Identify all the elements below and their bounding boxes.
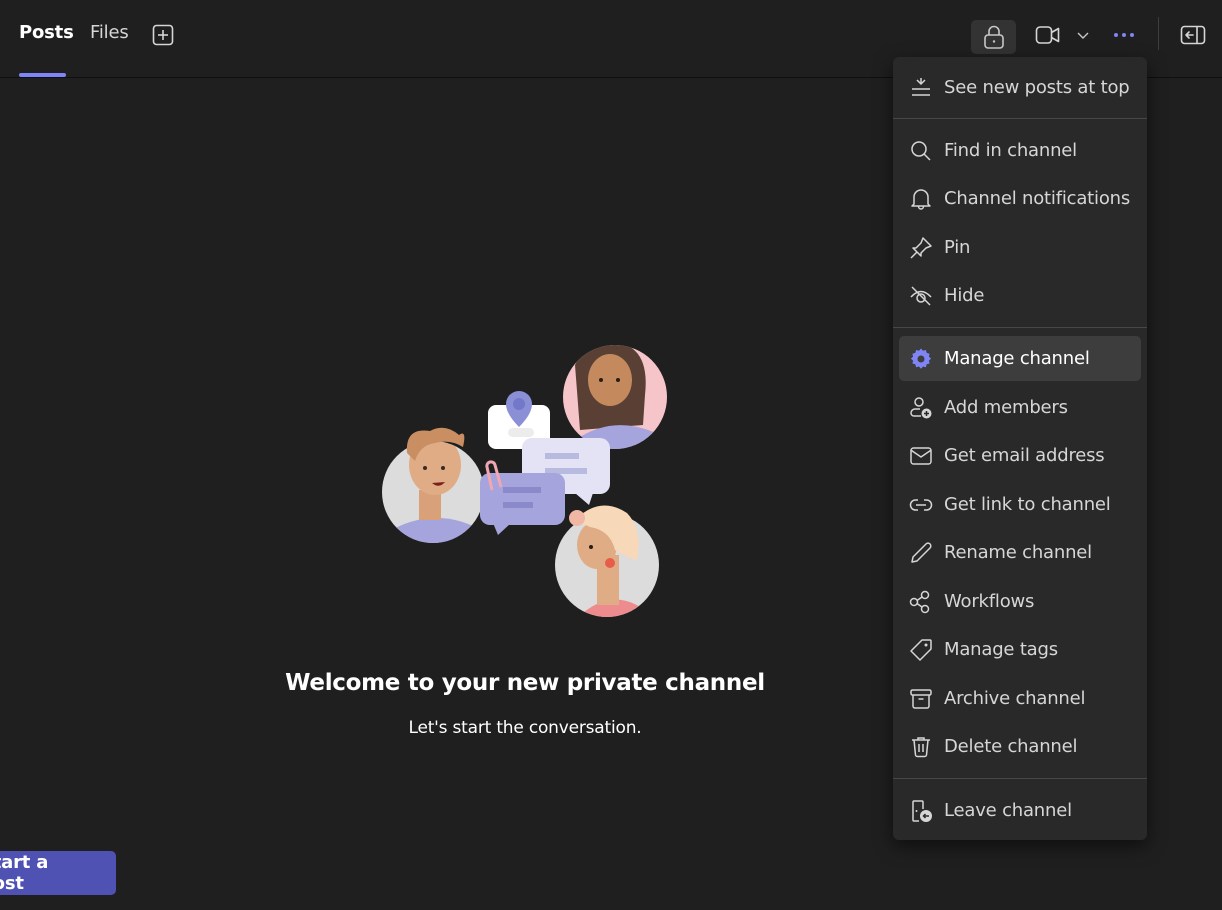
menu-item-label: Get email address (944, 445, 1105, 466)
lock-icon (983, 25, 1004, 49)
start-post-button[interactable]: Start a post (0, 851, 116, 895)
menu-item-delete-channel[interactable]: Delete channel (899, 724, 1141, 769)
private-channel-button[interactable] (971, 20, 1016, 54)
sort-top-icon (912, 77, 930, 96)
video-icon (1035, 26, 1060, 44)
menu-item-label: Get link to channel (944, 494, 1111, 515)
menu-divider (893, 118, 1147, 119)
menu-item-label: Rename channel (944, 542, 1092, 563)
tag-icon (910, 638, 932, 661)
menu-item-get-link-to-channel[interactable]: Get link to channel (899, 482, 1141, 527)
channel-options-menu: See new posts at top Find in channel Cha… (893, 57, 1147, 840)
menu-item-rename-channel[interactable]: Rename channel (899, 530, 1141, 575)
tab-posts[interactable]: Posts (19, 22, 74, 43)
meet-options-button[interactable] (1074, 26, 1092, 44)
search-icon (911, 140, 931, 161)
menu-item-leave-channel[interactable]: Leave channel (899, 788, 1141, 833)
menu-item-workflows[interactable]: Workflows (899, 579, 1141, 624)
plus-square-icon (152, 24, 174, 46)
menu-divider (893, 327, 1147, 328)
pin-icon (910, 236, 932, 259)
menu-item-label: Channel notifications (944, 188, 1131, 209)
menu-item-label: Workflows (944, 591, 1035, 612)
menu-item-label: See new posts at top (944, 77, 1130, 98)
toggle-panel-button[interactable] (1180, 23, 1206, 47)
menu-item-channel-notifications[interactable]: Channel notifications (899, 176, 1141, 221)
mail-icon (910, 446, 932, 465)
menu-item-label: Delete channel (944, 736, 1078, 757)
trash-icon (912, 736, 930, 757)
eye-off-icon (910, 285, 932, 306)
woman-avatar-illustration (563, 345, 667, 449)
menu-item-pin[interactable]: Pin (899, 225, 1141, 270)
menu-item-archive-channel[interactable]: Archive channel (899, 676, 1141, 721)
woman-blonde-avatar-illustration (555, 505, 659, 617)
archive-icon (910, 688, 932, 709)
leave-door-icon (912, 799, 932, 822)
link-icon (909, 498, 933, 511)
add-tab-button[interactable] (152, 24, 174, 46)
menu-item-label: Manage channel (944, 348, 1090, 369)
menu-item-find-in-channel[interactable]: Find in channel (899, 128, 1141, 173)
active-tab-indicator (19, 73, 66, 77)
pencil-icon (911, 541, 932, 563)
menu-item-manage-tags[interactable]: Manage tags (899, 627, 1141, 672)
man-avatar-illustration (382, 427, 484, 543)
menu-item-label: Archive channel (944, 688, 1086, 709)
workflows-icon (909, 590, 930, 613)
menu-item-label: Leave channel (944, 800, 1072, 821)
tab-files[interactable]: Files (90, 22, 129, 43)
gear-icon (910, 348, 932, 369)
menu-item-label: Manage tags (944, 639, 1058, 660)
more-horizontal-icon (1114, 33, 1134, 37)
menu-item-label: Pin (944, 237, 971, 258)
header-divider (1158, 17, 1159, 50)
menu-item-hide[interactable]: Hide (899, 273, 1141, 318)
menu-item-get-email-address[interactable]: Get email address (899, 433, 1141, 478)
menu-item-manage-channel[interactable]: Manage channel (899, 336, 1141, 381)
panel-collapse-icon (1180, 25, 1206, 45)
menu-divider (893, 778, 1147, 779)
menu-item-label: Add members (944, 397, 1068, 418)
menu-item-add-members[interactable]: Add members (899, 385, 1141, 430)
more-options-button[interactable] (1111, 24, 1137, 46)
chevron-down-icon (1077, 32, 1089, 39)
people-chatting-illustration (375, 335, 675, 625)
menu-item-label: Hide (944, 285, 985, 306)
person-add-icon (910, 396, 932, 418)
menu-item-see-new-posts-at-top[interactable]: See new posts at top (899, 65, 1141, 110)
meet-button[interactable] (1034, 22, 1062, 48)
bell-icon (911, 188, 931, 210)
menu-item-label: Find in channel (944, 140, 1077, 161)
